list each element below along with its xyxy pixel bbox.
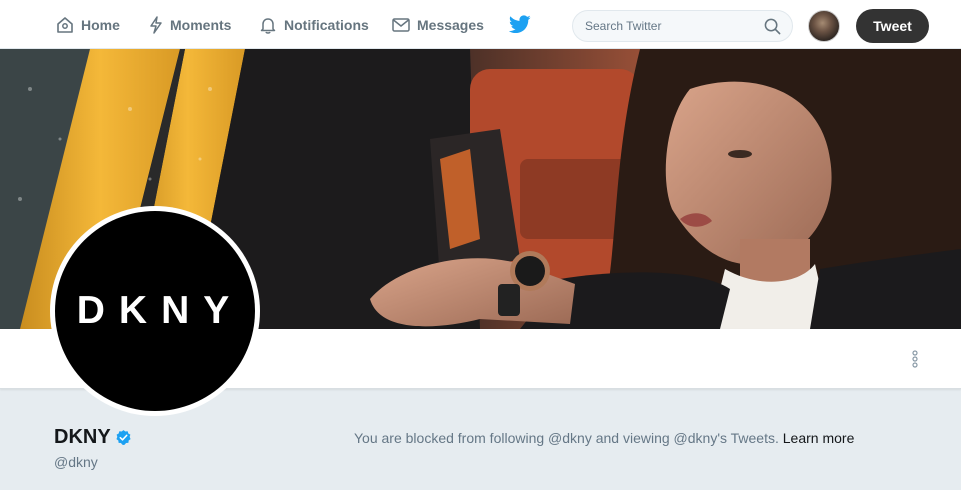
nav-notifications[interactable]: Notifications xyxy=(258,0,369,49)
search-input[interactable] xyxy=(585,19,755,33)
blocked-message: You are blocked from following @dkny and… xyxy=(354,430,779,446)
profile-handle: @dkny xyxy=(54,454,98,470)
nav-messages[interactable]: Messages xyxy=(391,0,484,49)
nav-moments-label: Moments xyxy=(170,16,232,33)
nav-messages-label: Messages xyxy=(417,16,484,33)
moments-icon xyxy=(150,15,162,34)
learn-more-link[interactable]: Learn more xyxy=(783,430,855,446)
home-icon xyxy=(57,16,73,33)
tweet-button[interactable]: Tweet xyxy=(856,9,929,43)
profile-avatar-image: DKNY xyxy=(55,211,255,411)
nav-home-label: Home xyxy=(81,16,120,33)
twitter-bird-icon[interactable] xyxy=(509,15,531,34)
nav-moments[interactable]: Moments xyxy=(148,0,231,49)
more-icon[interactable] xyxy=(906,349,924,369)
notifications-icon xyxy=(260,17,276,34)
account-avatar[interactable] xyxy=(808,10,840,42)
profile-avatar[interactable]: DKNY xyxy=(50,206,260,416)
messages-icon xyxy=(392,17,410,32)
avatar-logo-text: DKNY xyxy=(76,289,244,332)
search-icon[interactable] xyxy=(764,18,781,35)
nav-notifications-label: Notifications xyxy=(284,16,369,33)
verified-icon xyxy=(116,430,131,445)
profile-name-row: DKNY xyxy=(54,426,132,449)
blocked-notice: You are blocked from following @dkny and… xyxy=(354,430,854,446)
search-box[interactable] xyxy=(572,10,793,42)
top-navigation: Home Moments Notifications Messages Twee… xyxy=(0,0,961,49)
nav-home[interactable]: Home xyxy=(55,0,120,49)
profile-name[interactable]: DKNY xyxy=(54,426,111,449)
